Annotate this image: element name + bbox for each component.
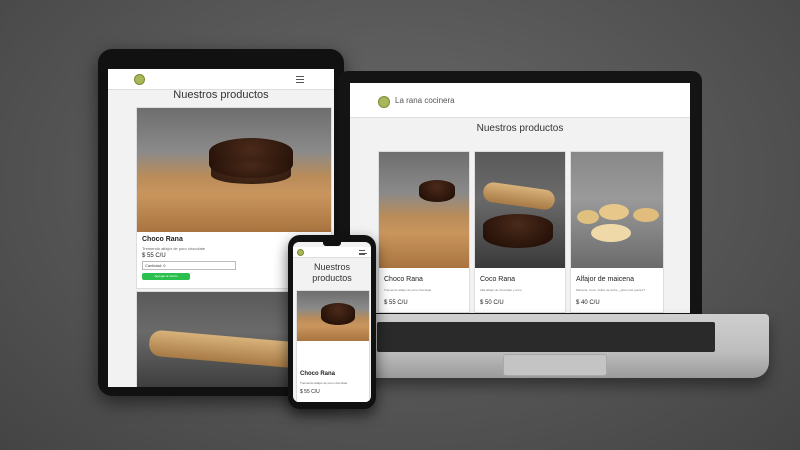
product-description: Alfa alfajor de chocolate y coco <box>480 288 522 292</box>
quantity-field[interactable]: Cantidad: 0 <box>142 261 236 270</box>
add-to-cart-button[interactable]: Agregar al carrito <box>142 273 190 280</box>
brand-name[interactable]: La rana cocinera <box>395 96 455 105</box>
maicena-cookie <box>633 208 659 222</box>
product-price: $ 50 C/U <box>480 300 504 306</box>
product-price: $ 55 C/U <box>142 253 166 259</box>
page-title: Nuestros productos <box>476 123 564 134</box>
product-name: Choco Rana <box>142 236 183 243</box>
product-image <box>571 152 663 268</box>
product-price: $ 40 C/U <box>576 300 600 306</box>
product-price: $ 55 C/U <box>300 389 320 395</box>
product-card: Coco Rana Alfa alfajor de chocolate y co… <box>474 151 566 313</box>
page-title-line2: productos <box>312 273 352 283</box>
hamburger-menu-icon[interactable] <box>296 76 304 83</box>
page-title-line1: Nuestros <box>313 262 350 272</box>
product-description: Tremendo alfajor de puro chocolate <box>300 381 348 385</box>
laptop-device: La rana cocinera Nuestros productos Choc… <box>338 71 702 317</box>
product-description: Tremendo alfajor de puro chocolate <box>384 288 432 292</box>
phone-device: Nuestros productos Choco Rana Tremendo a… <box>288 235 376 409</box>
product-image <box>475 152 565 268</box>
alfajor <box>419 180 455 202</box>
product-description: Tremendo alfajor de puro chocolate <box>142 246 205 251</box>
laptop-navbar: La rana cocinera <box>350 83 690 118</box>
coco-cookie <box>481 181 557 211</box>
product-card: Choco Rana Tremendo alfajor de puro choc… <box>296 290 370 402</box>
hamburger-menu-icon[interactable] <box>359 250 367 255</box>
phone-screen: Nuestros productos Choco Rana Tremendo a… <box>293 242 371 402</box>
coco-cookie <box>148 329 300 369</box>
phone-notch <box>323 242 341 246</box>
frog-logo-icon[interactable] <box>297 249 304 256</box>
product-name: Coco Rana <box>480 276 516 283</box>
product-image <box>137 108 331 232</box>
keyboard <box>377 322 715 352</box>
product-card: Alfajor de maicena Maicena. Coco. Dulce … <box>570 151 664 313</box>
product-name: Alfajor de maicena <box>576 276 634 283</box>
page-title: Nuestros productos <box>173 89 269 101</box>
product-description: Maicena. Coco. Dulce de leche. ¿Qué más … <box>576 288 645 292</box>
trackpad <box>503 354 607 376</box>
tablet-navbar <box>108 69 334 90</box>
product-name: Choco Rana <box>384 276 423 283</box>
laptop-base <box>333 314 769 378</box>
product-image <box>297 291 369 341</box>
maicena-cookie <box>577 210 599 224</box>
product-price: $ 55 C/U <box>384 300 408 306</box>
product-name: Choco Rana <box>300 371 336 377</box>
frog-logo-icon[interactable] <box>378 96 390 108</box>
maicena-cookie <box>599 204 629 220</box>
product-image <box>379 152 469 268</box>
chocolate-base <box>483 214 553 248</box>
frog-logo-icon[interactable] <box>134 74 145 85</box>
laptop-screen: La rana cocinera Nuestros productos Choc… <box>350 83 690 313</box>
alfajor-bottom <box>211 158 291 184</box>
alfajor <box>321 303 355 325</box>
product-card: Choco Rana Tremendo alfajor de puro choc… <box>378 151 470 313</box>
phone-navbar <box>293 247 371 258</box>
maicena-cookie <box>591 224 631 242</box>
